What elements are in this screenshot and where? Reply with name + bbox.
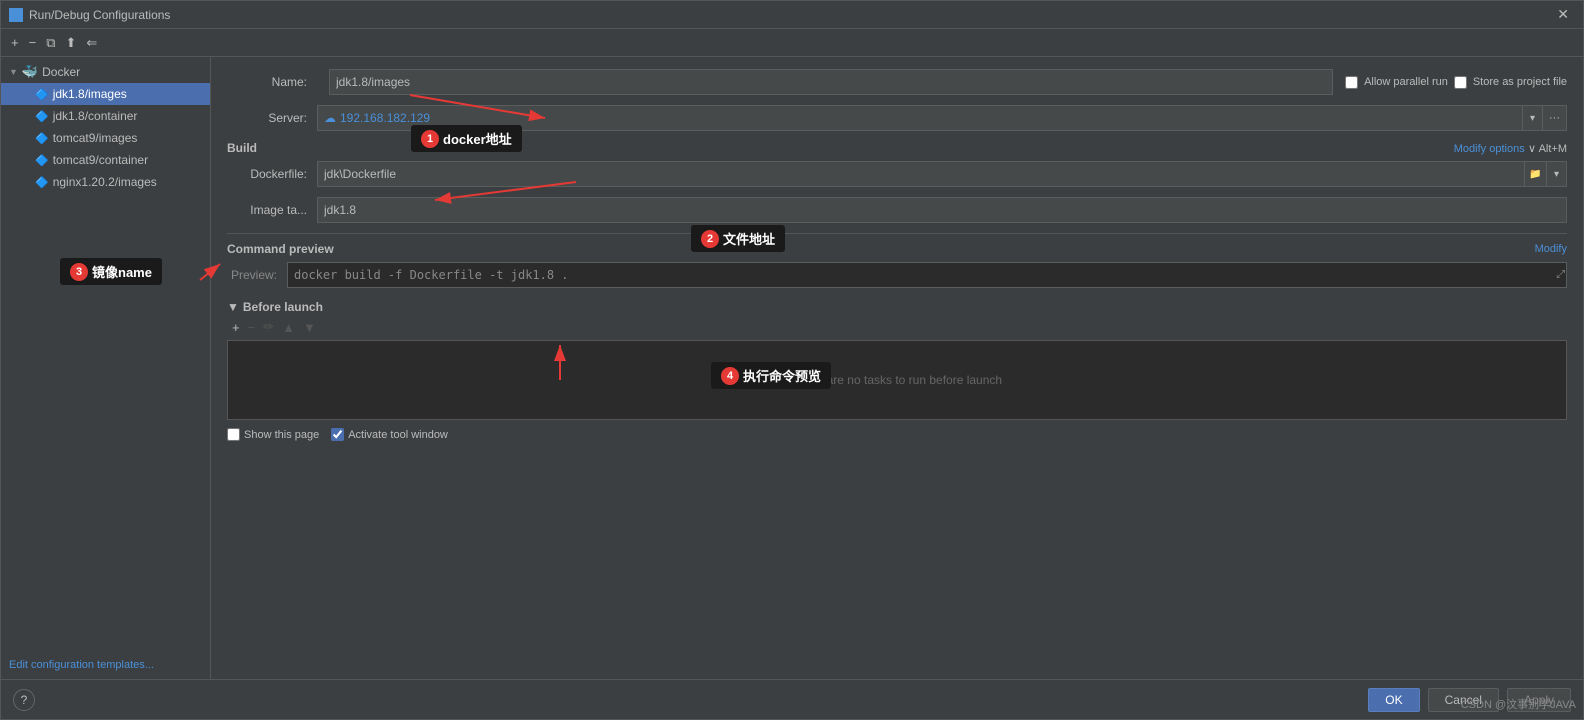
build-header: Build Modify options ∨ Alt+M — [227, 141, 1567, 155]
divider — [227, 233, 1567, 234]
bottom-bar: ? OK Cancel Apply — [1, 679, 1583, 719]
image-tag-label: Image ta... — [227, 203, 317, 217]
toolbar: + − ⧉ ⬆ ⇐ — [1, 29, 1583, 57]
sidebar-item-label-5: nginx1.20.2/images — [53, 175, 157, 189]
activate-tool-item: Activate tool window — [331, 428, 448, 441]
server-dropdown[interactable]: ☁ 192.168.182.129 — [317, 105, 1523, 131]
title-bar-left: Run/Debug Configurations — [9, 8, 170, 22]
dockerfile-label: Dockerfile: — [227, 167, 317, 181]
dockerfile-browse-button[interactable]: 📁 — [1525, 161, 1547, 187]
sidebar: ▼ 🐳 Docker 🔷 jdk1.8/images 🔷 jdk1.8/cont… — [1, 57, 211, 679]
title-bar: Run/Debug Configurations ✕ — [1, 1, 1583, 29]
name-label: Name: — [227, 75, 317, 89]
image-icon: 🔷 — [35, 88, 49, 101]
ok-button[interactable]: OK — [1368, 688, 1419, 712]
modify-options-area: Modify options ∨ Alt+M — [1454, 141, 1567, 155]
dockerfile-row: Dockerfile: 📁 ▾ — [227, 161, 1567, 187]
sidebar-item-label: jdk1.8/images — [53, 87, 127, 101]
expand-arrow: ▼ — [9, 67, 18, 77]
modify-link[interactable]: Modify — [1535, 243, 1567, 255]
allow-parallel-label: Allow parallel run — [1364, 76, 1448, 88]
before-launch-panel: There are no tasks to run before launch — [227, 340, 1567, 420]
store-as-project-checkbox[interactable] — [1454, 76, 1467, 89]
help-button[interactable]: ? — [13, 689, 35, 711]
image-icon-3: 🔷 — [35, 132, 49, 145]
sidebar-item-jdk-images[interactable]: 🔷 jdk1.8/images — [1, 83, 210, 105]
activate-tool-window-label: Activate tool window — [348, 429, 448, 441]
show-page-item: Show this page — [227, 428, 319, 441]
preview-label: Preview: — [227, 268, 287, 282]
show-this-page-checkbox[interactable] — [227, 428, 240, 441]
move-up-button[interactable]: ⬆ — [61, 33, 80, 53]
bl-move-up-button[interactable]: ▲ — [279, 318, 298, 336]
bl-remove-button[interactable]: − — [245, 318, 259, 336]
command-preview-section: Command preview Modify Preview: ⤢ — [227, 242, 1567, 288]
sidebar-bottom: Edit configuration templates... — [1, 653, 210, 675]
image-icon-5: 🔷 — [35, 176, 49, 189]
app-icon — [9, 8, 23, 22]
action-button[interactable]: ⇐ — [82, 33, 101, 53]
preview-row: Preview: ⤢ — [227, 262, 1567, 288]
image-icon-2: 🔷 — [35, 110, 49, 123]
shortcut-text: Alt+M — [1539, 143, 1567, 155]
sidebar-tree: ▼ 🐳 Docker 🔷 jdk1.8/images 🔷 jdk1.8/cont… — [1, 57, 210, 653]
image-tag-input[interactable] — [317, 197, 1567, 223]
bl-edit-button[interactable]: ✏ — [260, 318, 277, 336]
top-checkboxes: Allow parallel run Store as project file — [1345, 76, 1567, 89]
server-more-button[interactable]: ··· — [1543, 105, 1567, 131]
add-button[interactable]: + — [7, 33, 23, 52]
checkboxes-row: Show this page Activate tool window — [227, 428, 1567, 441]
remove-button[interactable]: − — [25, 33, 41, 52]
sidebar-item-docker[interactable]: ▼ 🐳 Docker — [1, 61, 210, 83]
command-header: Command preview Modify — [227, 242, 1567, 256]
main-content: ▼ 🐳 Docker 🔷 jdk1.8/images 🔷 jdk1.8/cont… — [1, 57, 1583, 679]
command-preview-title: Command preview — [227, 242, 334, 256]
before-launch-title: Before launch — [243, 300, 323, 314]
build-title: Build — [227, 141, 257, 155]
preview-expand-button[interactable]: ⤢ — [1556, 269, 1565, 282]
bl-add-button[interactable]: + — [229, 318, 243, 336]
image-tag-row: Image ta... — [227, 197, 1567, 223]
watermark: CSDN @汶事别学JAVA — [1461, 696, 1576, 712]
docker-icon: 🐳 — [22, 64, 38, 80]
image-icon-4: 🔷 — [35, 154, 49, 167]
before-launch-section: ▼ Before launch + − ✏ ▲ ▼ There are no t… — [227, 300, 1567, 441]
server-icon: ☁ — [324, 111, 336, 125]
server-value: 192.168.182.129 — [340, 111, 430, 125]
sidebar-item-nginx-images[interactable]: 🔷 nginx1.20.2/images — [1, 171, 210, 193]
close-button[interactable]: ✕ — [1551, 4, 1575, 25]
content-area: Name: Allow parallel run Store as projec… — [211, 57, 1583, 679]
bl-move-down-button[interactable]: ▼ — [300, 318, 319, 336]
edit-config-link[interactable]: Edit configuration templates... — [9, 659, 154, 671]
no-tasks-text: There are no tasks to run before launch — [792, 373, 1002, 387]
allow-parallel-checkbox[interactable] — [1345, 76, 1358, 89]
preview-input — [287, 262, 1567, 288]
docker-label: Docker — [42, 65, 80, 79]
sidebar-item-label-3: tomcat9/images — [53, 131, 138, 145]
modify-options-shortcut: ∨ — [1528, 143, 1539, 155]
server-label: Server: — [227, 111, 317, 125]
window-title: Run/Debug Configurations — [29, 8, 170, 22]
show-this-page-label: Show this page — [244, 429, 319, 441]
copy-button[interactable]: ⧉ — [42, 33, 59, 53]
sidebar-item-jdk-container[interactable]: 🔷 jdk1.8/container — [1, 105, 210, 127]
sidebar-item-label-4: tomcat9/container — [53, 153, 148, 167]
sidebar-item-label-2: jdk1.8/container — [53, 109, 138, 123]
activate-tool-window-checkbox[interactable] — [331, 428, 344, 441]
name-row: Name: Allow parallel run Store as projec… — [227, 69, 1567, 95]
sidebar-item-tomcat-container[interactable]: 🔷 tomcat9/container — [1, 149, 210, 171]
dockerfile-input[interactable] — [317, 161, 1525, 187]
collapse-arrow: ▼ — [227, 300, 239, 314]
name-input[interactable] — [329, 69, 1333, 95]
main-window: Run/Debug Configurations ✕ + − ⧉ ⬆ ⇐ ▼ 🐳… — [0, 0, 1584, 720]
dockerfile-dropdown-arrow[interactable]: ▾ — [1547, 161, 1567, 187]
store-as-project-label: Store as project file — [1473, 76, 1567, 88]
server-dropdown-arrow[interactable]: ▾ — [1523, 105, 1543, 131]
sidebar-item-tomcat-images[interactable]: 🔷 tomcat9/images — [1, 127, 210, 149]
form-area: Name: Allow parallel run Store as projec… — [211, 57, 1583, 679]
before-launch-toolbar: + − ✏ ▲ ▼ — [227, 318, 1567, 336]
server-row: Server: ☁ 192.168.182.129 ▾ ··· — [227, 105, 1567, 131]
modify-options-link[interactable]: Modify options — [1454, 143, 1525, 155]
before-launch-header[interactable]: ▼ Before launch — [227, 300, 1567, 314]
